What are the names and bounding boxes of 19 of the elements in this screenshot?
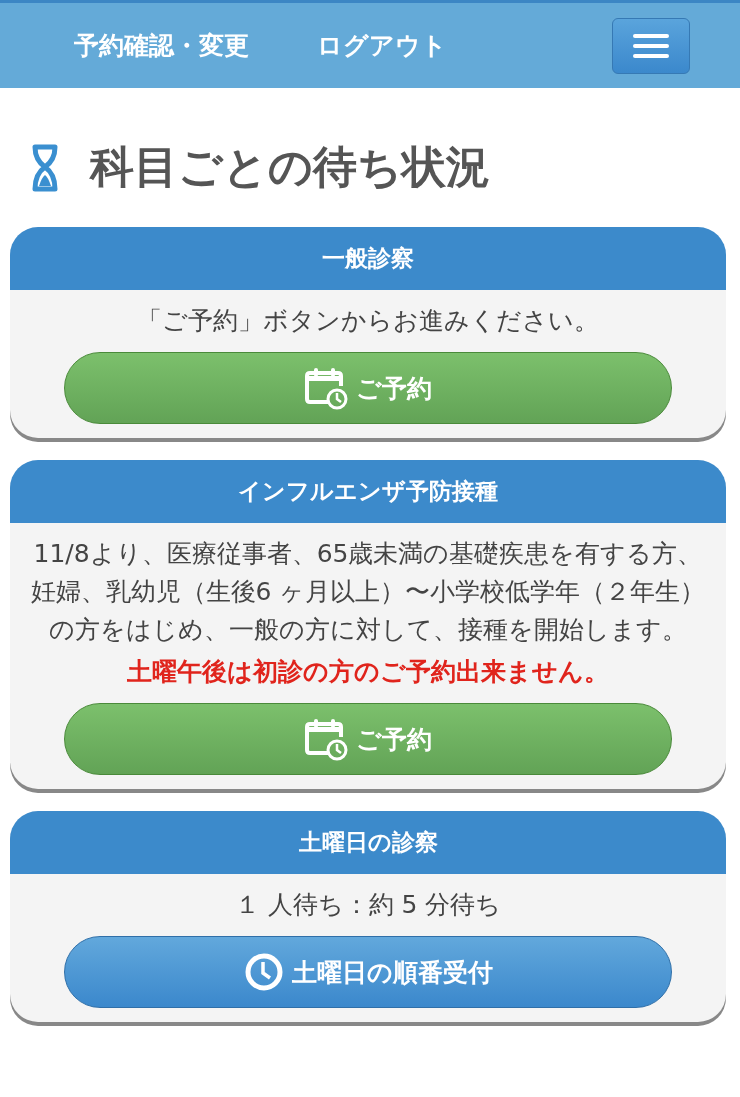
menu-button[interactable] — [612, 17, 690, 74]
nav-link[interactable]: 予約確認・変更 — [74, 29, 249, 62]
nav-link[interactable]: ログアウト — [317, 29, 447, 62]
card-title: インフルエンザ予防接種 — [10, 460, 726, 523]
calendar-clock-icon — [304, 366, 348, 410]
message-text: 「ご予約」ボタンからお進みください。 — [137, 305, 599, 337]
clock-icon — [243, 952, 284, 992]
card-title: 土曜日の診察 — [10, 811, 726, 874]
menu-icon — [632, 32, 670, 59]
reserve-button[interactable]: ご予約 — [64, 352, 672, 424]
hourglass-icon — [30, 143, 60, 192]
queue-button[interactable]: 土曜日の順番受付 — [64, 936, 672, 1008]
notice-text: 土曜午後は初診の方のご予約出来ません。 — [127, 656, 609, 688]
calendar-clock-icon — [304, 717, 348, 761]
reserve-button[interactable]: ご予約 — [64, 703, 672, 775]
page-title: 科目ごとの待ち状況 — [90, 140, 490, 194]
message-text: １ 人待ち：約 5 分待ち — [234, 889, 502, 921]
card-title: 一般診察 — [10, 227, 726, 290]
message-text: 11/8より、医療従事者、65歳未満の基礎疾患を有する方、妊婦、乳幼児（生後6 ヶ月以上）〜小学校低学年（２年生）の方をはじめ、一般の方に対して、接種を開始します。 — [30, 538, 706, 646]
